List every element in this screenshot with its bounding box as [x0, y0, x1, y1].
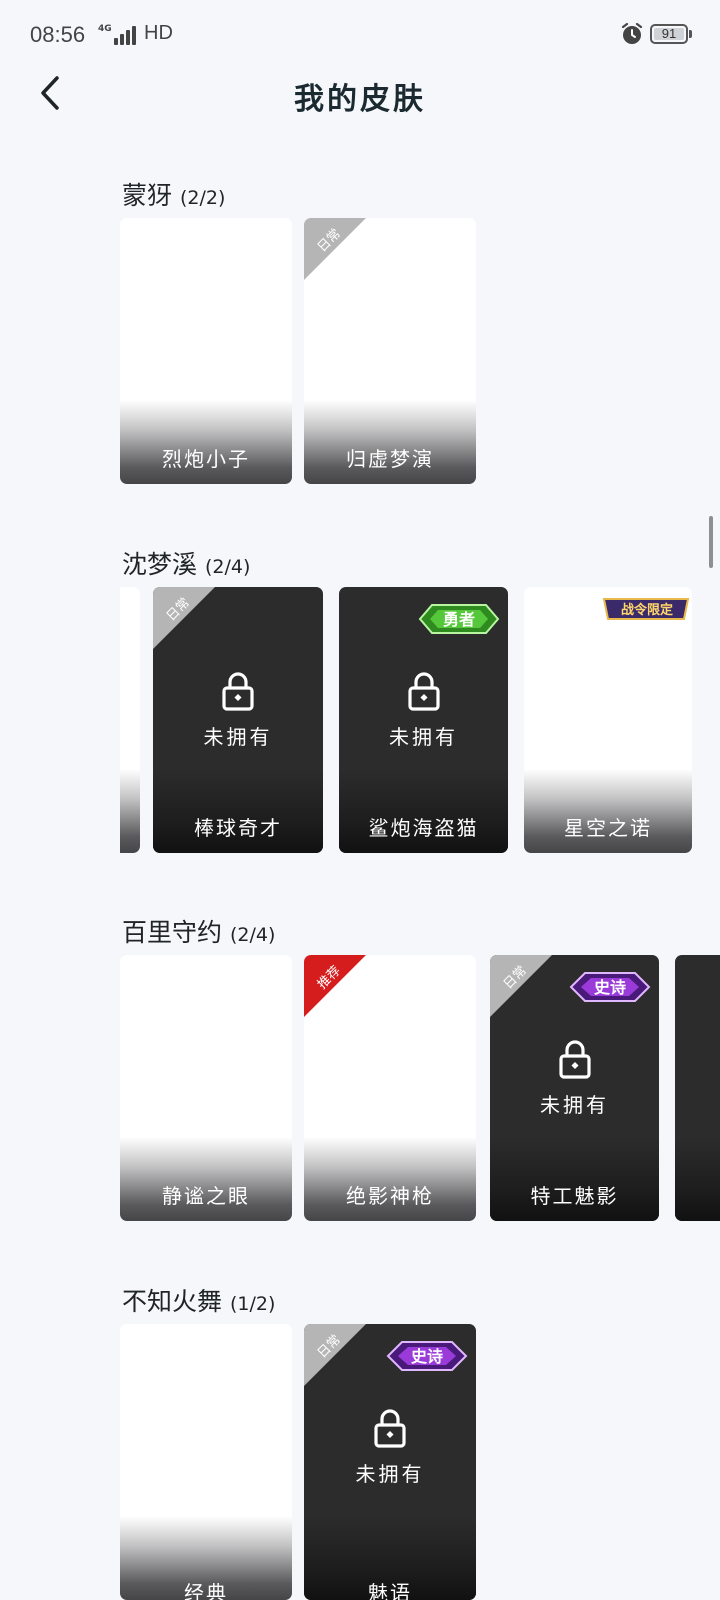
skin-name: 静谧之眼: [162, 1184, 250, 1208]
skin-count: (1/2): [230, 1293, 276, 1315]
skin-name: 归虚梦演: [346, 447, 434, 471]
section-title: 百里守约 (2/4): [122, 913, 275, 949]
card-fade: [675, 1137, 720, 1221]
skin-name: 烈炮小子: [162, 447, 250, 471]
epic-badge-icon: 史诗: [386, 1341, 468, 1371]
skin-count: (2/2): [180, 187, 226, 209]
skin-card[interactable]: 推荐 绝影神枪: [304, 955, 476, 1221]
hero-name: 百里守约: [122, 918, 223, 947]
skin-name: 特工魅影: [530, 1184, 619, 1208]
skin-card[interactable]: 日常 史诗 未拥有 特工魅影: [490, 955, 659, 1221]
not-owned-label: 未拥有: [203, 725, 273, 749]
skin-card-partial[interactable]: [120, 587, 140, 853]
skin-name: 经典: [184, 1581, 228, 1600]
page-title: 我的皮肤: [294, 82, 426, 117]
skin-card[interactable]: 日常 未拥有 棒球奇才: [153, 587, 323, 853]
skin-card[interactable]: 烈炮小子: [120, 218, 292, 484]
brave-badge-label: 勇者: [443, 610, 475, 629]
nav-bar: 我的皮肤: [0, 60, 720, 130]
hero-name: 不知火舞: [122, 1287, 223, 1316]
skin-name: 棒球奇才: [194, 816, 282, 840]
skin-name: 魅语: [368, 1581, 412, 1600]
lock-icon: [407, 672, 440, 711]
brave-badge-icon: 勇者: [418, 604, 500, 634]
network-type: 4G: [98, 24, 112, 34]
hero-name: 蒙犽: [122, 181, 173, 210]
hero-name: 沈梦溪: [122, 550, 198, 579]
alarm-icon: [621, 22, 643, 44]
skin-count: (2/4): [230, 924, 276, 946]
skin-card[interactable]: 日常 史诗 未拥有 魅语: [304, 1324, 476, 1600]
skin-card[interactable]: 战令限定 星空之诺: [524, 587, 692, 853]
skin-card[interactable]: 勇者 未拥有 鲨炮海盗猫: [339, 587, 508, 853]
skin-card-partial[interactable]: [675, 955, 720, 1221]
skin-name: 绝影神枪: [346, 1184, 434, 1208]
section-title: 蒙犽 (2/2): [122, 176, 225, 212]
signal-icon: [114, 25, 140, 45]
skin-card[interactable]: 经典: [120, 1324, 292, 1600]
skin-count: (2/4): [205, 556, 251, 578]
skin-name: 星空之诺: [564, 816, 652, 840]
lock-icon: [558, 1040, 591, 1079]
section-title: 不知火舞 (1/2): [122, 1282, 275, 1318]
hd-indicator: HD: [144, 22, 173, 44]
card-fade: [120, 769, 140, 853]
not-owned-label: 未拥有: [389, 725, 458, 749]
battery-icon: 91: [650, 24, 688, 44]
lock-icon: [222, 672, 254, 711]
battery-tip: [689, 30, 692, 38]
skin-card[interactable]: 静谧之眼: [120, 955, 292, 1221]
battlepass-limited-badge-icon: 战令限定: [602, 598, 690, 620]
battery-level: 91: [661, 26, 677, 41]
battlepass-limited-label: 战令限定: [621, 602, 673, 618]
status-time: 08:56: [30, 22, 86, 47]
not-owned-label: 未拥有: [355, 1462, 425, 1486]
not-owned-label: 未拥有: [540, 1093, 609, 1117]
scroll-indicator[interactable]: [709, 516, 713, 568]
skin-name: 鲨炮海盗猫: [368, 816, 479, 840]
epic-badge-icon: 史诗: [569, 972, 651, 1002]
skin-card[interactable]: 日常 归虚梦演: [304, 218, 476, 484]
section-title: 沈梦溪 (2/4): [122, 545, 250, 581]
epic-badge-label: 史诗: [594, 978, 626, 997]
lock-icon: [374, 1409, 406, 1448]
epic-badge-label: 史诗: [411, 1347, 443, 1366]
